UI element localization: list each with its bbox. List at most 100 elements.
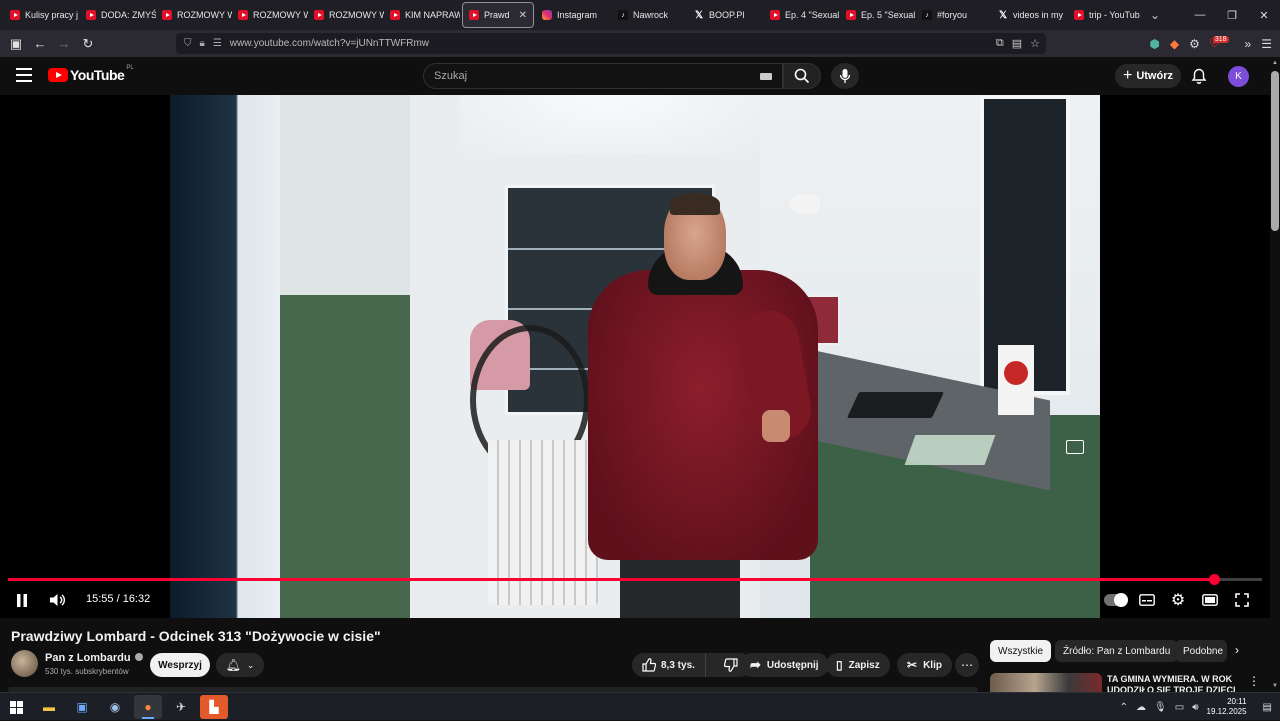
browser-tab[interactable]: 𝕏videos in my — [992, 2, 1068, 28]
firefox-icon[interactable]: ● — [134, 695, 162, 719]
subtitles-button[interactable] — [1137, 585, 1157, 615]
notifications-icon[interactable]: ▤ — [1263, 702, 1272, 713]
search-input[interactable]: Szukaj — [423, 63, 783, 89]
fullscreen-button[interactable] — [1232, 585, 1252, 615]
tab-manager-icon[interactable]: ▣ — [4, 32, 28, 56]
chip-source-channel[interactable]: Źródło: Pan z Lombardu — [1055, 640, 1179, 662]
browser-tab[interactable]: Prawd ✕ — [462, 2, 534, 28]
minimize-icon[interactable]: — — [1184, 0, 1216, 30]
extensions-puzzle-icon[interactable]: ⚙ — [1189, 37, 1200, 51]
browser-tab[interactable]: ROZMOWY W — [308, 2, 384, 28]
permissions-icon[interactable]: ☰ — [213, 38, 222, 49]
subscription-bell-button[interactable]: 🔔︎ ⌄ — [216, 653, 264, 677]
theater-mode-button[interactable] — [1200, 585, 1220, 615]
chip-all[interactable]: Wszystkie — [990, 640, 1051, 662]
tab-label: videos in my — [1013, 10, 1064, 20]
browser-tab[interactable]: trip - YouTub — [1068, 2, 1144, 28]
fox-extension-icon[interactable]: ◆ — [1170, 37, 1179, 51]
reader-view-icon[interactable]: ▤ — [1012, 37, 1022, 50]
file-explorer-icon[interactable]: ▬ — [35, 695, 63, 719]
chip-related[interactable]: Podobne — [1175, 640, 1227, 662]
close-tab-icon[interactable]: ✕ — [519, 10, 527, 21]
thumbs-up-icon — [642, 658, 656, 672]
video-info-section: Prawdziwy Lombard - Odcinek 313 "Dożywoc… — [0, 618, 1270, 692]
video-scene-sign — [998, 345, 1034, 415]
address-bar[interactable]: ⛉ 🔒︎ ☰ www.youtube.com/watch?v=jUNnTTWFR… — [176, 33, 1046, 54]
browser-tab[interactable]: Instagram — [536, 2, 612, 28]
browser-tab[interactable]: ♪ Nawrock — [612, 2, 688, 28]
cloud-icon[interactable]: ☁ — [1136, 702, 1146, 713]
mute-button[interactable] — [46, 585, 68, 615]
tab-list-chevron-icon[interactable]: ⌄ — [1150, 8, 1160, 22]
browser-tab[interactable]: Kulisy pracy j — [4, 2, 80, 28]
tray-expand-icon[interactable]: ⌃ — [1120, 702, 1128, 713]
remote-desktop-icon[interactable]: ▣ — [68, 695, 96, 719]
recommendation-more-icon[interactable]: ⋮ — [1248, 674, 1260, 688]
ublock-icon[interactable]: ⛨318 — [1210, 36, 1235, 51]
reload-icon[interactable]: ↻ — [76, 32, 100, 56]
miniplayer-expand-icon[interactable] — [1066, 440, 1084, 454]
create-button[interactable]: + Utwórz — [1115, 64, 1181, 88]
like-button[interactable]: 8,3 tys. — [632, 653, 706, 677]
browser-tab[interactable]: 𝕏 BOOP.Pl — [688, 2, 764, 28]
channel-name[interactable]: Pan z Lombardu — [45, 652, 131, 664]
clip-label: Klip — [923, 659, 942, 671]
progress-scrubber[interactable] — [1208, 574, 1220, 585]
hamburger-menu-icon[interactable]: ☰ — [1261, 37, 1272, 51]
pause-button[interactable] — [12, 585, 32, 615]
notifications-bell-icon[interactable] — [1191, 68, 1207, 90]
display-icon[interactable]: ▭ — [1175, 702, 1184, 713]
save-button[interactable]: ▯ Zapisz — [826, 653, 890, 677]
shield-icon[interactable]: ⛉ — [184, 38, 192, 49]
autoplay-toggle[interactable] — [1104, 593, 1128, 607]
browser-tab[interactable]: ROZMOWY W — [232, 2, 308, 28]
guide-menu-icon[interactable] — [16, 68, 32, 82]
clip-button[interactable]: ✂ Klip — [897, 653, 952, 677]
browser-tab[interactable]: ♪ #foryou — [916, 2, 992, 28]
chevron-right-icon[interactable]: › — [1235, 643, 1239, 657]
search-button[interactable] — [783, 63, 821, 89]
restore-icon[interactable]: ❐ — [1216, 0, 1248, 30]
overflow-chevron-icon[interactable]: » — [1245, 37, 1252, 51]
recommendation-thumbnail[interactable] — [990, 673, 1102, 692]
browser-tab[interactable]: DODA: ZMYŚ — [80, 2, 156, 28]
back-icon[interactable]: ← — [28, 32, 52, 56]
keyboard-icon[interactable] — [760, 73, 772, 80]
voice-search-button[interactable] — [831, 63, 859, 89]
vpn-extension-icon[interactable]: ⬢ — [1149, 37, 1159, 51]
video-frame[interactable] — [170, 95, 1100, 618]
steam-icon[interactable]: ◉ — [101, 695, 129, 719]
video-player[interactable]: 15:55 / 16:32 ⚙ HD — [0, 95, 1270, 618]
browser-tab[interactable]: Ep. 5 "Sexual — [840, 2, 916, 28]
channel-name-row[interactable]: Pan z Lombardu — [45, 652, 143, 664]
speaker-icon[interactable]: 🔊︎ — [1192, 702, 1198, 713]
youtube-logo[interactable]: YouTube PL — [48, 65, 134, 83]
start-button[interactable] — [2, 695, 30, 719]
close-window-icon[interactable]: ✕ — [1248, 0, 1280, 30]
bookmark-star-icon[interactable]: ☆ — [1030, 37, 1040, 50]
browser-tab[interactable]: KIM NAPRAW — [384, 2, 460, 28]
lock-icon[interactable]: 🔒︎ — [200, 38, 205, 49]
picture-in-picture-icon[interactable]: ⧉ — [996, 37, 1004, 50]
share-button[interactable]: ➦ Udostępnij — [740, 653, 829, 677]
page-scrollbar[interactable]: ▲ ▼ — [1270, 57, 1280, 692]
channel-avatar[interactable] — [11, 650, 38, 677]
more-actions-button[interactable]: ⋯ — [955, 653, 979, 677]
tab-label: ROZMOWY W — [177, 10, 232, 20]
video-scene-light — [460, 95, 760, 155]
app-tile-icon[interactable]: ▙ — [200, 695, 228, 719]
scroll-down-icon[interactable]: ▼ — [1272, 683, 1278, 689]
game-launcher-icon[interactable]: ✈ — [167, 695, 195, 719]
scroll-up-icon[interactable]: ▲ — [1272, 60, 1278, 66]
settings-button[interactable]: ⚙ HD — [1168, 585, 1188, 615]
forward-icon[interactable]: → — [52, 32, 76, 56]
browser-tab[interactable]: ROZMOWY W — [156, 2, 232, 28]
browser-tab[interactable]: Ep. 4 "Sexual — [764, 2, 840, 28]
recommendation-title[interactable]: TA GMINA WYMIERA. W ROK UDODZIŁO SIĘ TRO… — [1107, 674, 1237, 692]
support-button[interactable]: Wesprzyj — [150, 653, 210, 677]
microphone-tray-icon[interactable]: 🎙︎ — [1154, 702, 1167, 713]
progress-bar[interactable] — [8, 574, 1262, 585]
clock[interactable]: 20:11 19.12.2025 — [1207, 697, 1247, 717]
scrollbar-thumb[interactable] — [1271, 71, 1279, 231]
account-avatar[interactable]: K — [1228, 66, 1249, 87]
